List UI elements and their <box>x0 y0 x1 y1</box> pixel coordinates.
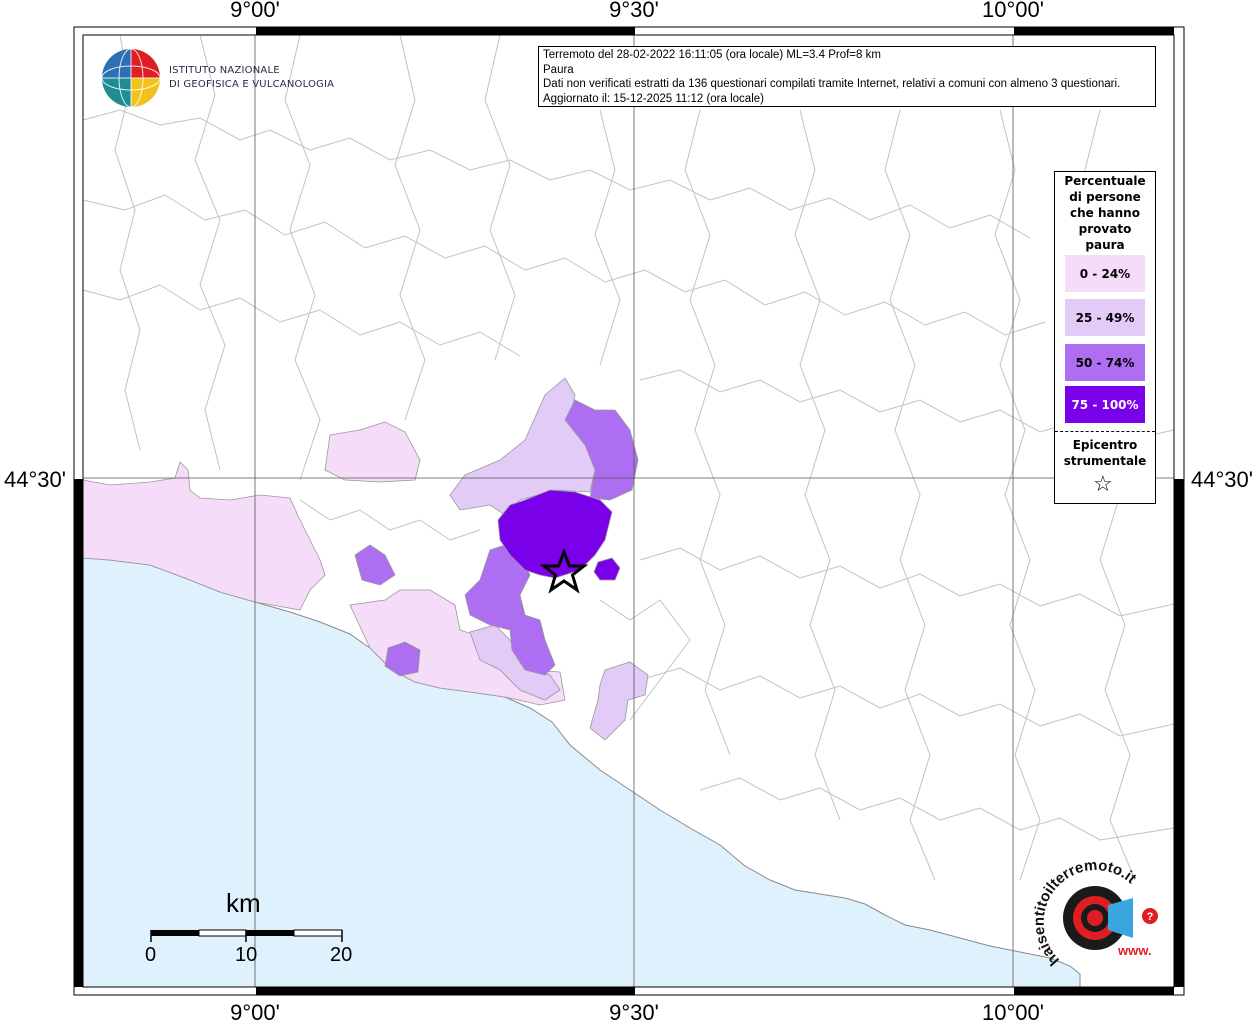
legend-title-line: che hanno <box>1070 206 1140 220</box>
top-label-2: 9°30' <box>609 0 659 22</box>
map-svg: 9°00' 9°30' 10°00' 9°00' 9°30' 10°00' 44… <box>4 0 1253 1025</box>
event-title: Terremoto del 28-02-2022 16:11:05 (ora l… <box>543 49 881 61</box>
ingv-globe-logo <box>101 48 161 108</box>
epicenter-legend-line: strumentale <box>1063 454 1147 468</box>
legend-divider <box>1055 431 1155 432</box>
left-label: 44°30' <box>4 467 66 492</box>
legend-label: 25 - 49% <box>1075 310 1135 325</box>
legend-title-line: di persone <box>1069 190 1141 204</box>
epicenter-legend-star-icon: ☆ <box>1093 472 1113 497</box>
svg-text:?: ? <box>1147 911 1154 923</box>
ingv-logo-text: ISTITUTO NAZIONALE DI GEOFISICA E VULCAN… <box>169 64 334 92</box>
legend-label: 0 - 24% <box>1079 266 1131 281</box>
scale-tick-10: 10 <box>235 944 258 966</box>
top-label-3: 10°00' <box>982 0 1044 22</box>
watermark-url: www. <box>1117 943 1151 958</box>
scale-unit: km <box>226 888 261 918</box>
epicenter-legend-title: Epicentro strumentale <box>1055 437 1155 469</box>
map-figure: 9°00' 9°30' 10°00' 9°00' 9°30' 10°00' 44… <box>0 0 1257 1025</box>
legend-title: Percentuale di persone che hanno provato… <box>1055 173 1155 253</box>
right-label: 44°30' <box>1191 467 1253 492</box>
bottom-label-1: 9°00' <box>230 1000 280 1024</box>
update-time: Aggiornato il: 15-12-2025 11:12 (ora loc… <box>543 92 764 105</box>
epicenter-legend-line: Epicentro <box>1072 438 1138 452</box>
event-info-box: Terremoto del 28-02-2022 16:11:05 (ora l… <box>538 46 1156 107</box>
legend-title-line: paura <box>1085 238 1125 252</box>
legend-title-line: provato <box>1078 222 1132 236</box>
bottom-label-3: 10°00' <box>982 1000 1044 1024</box>
legend-label: 75 - 100% <box>1071 397 1139 412</box>
top-label-1: 9°00' <box>230 0 280 22</box>
legend-swatch-75-100: 75 - 100% <box>1065 386 1145 423</box>
legend-label: 50 - 74% <box>1075 355 1135 370</box>
legend-title-line: Percentuale <box>1064 174 1146 188</box>
ingv-logo-line1: ISTITUTO NAZIONALE <box>169 65 280 76</box>
ingv-logo-line2: DI GEOFISICA E VULCANOLOGIA <box>169 79 335 90</box>
legend-swatch-0-24: 0 - 24% <box>1065 255 1145 292</box>
legend: Percentuale di persone che hanno provato… <box>1054 171 1156 504</box>
data-note: Dati non verificati estratti da 136 ques… <box>543 78 1121 90</box>
scale-tick-0: 0 <box>145 944 157 966</box>
legend-swatch-25-49: 25 - 49% <box>1065 299 1145 336</box>
map-subject: Paura <box>543 63 574 76</box>
bottom-label-2: 9°30' <box>609 1000 659 1024</box>
legend-swatch-50-74: 50 - 74% <box>1065 344 1145 381</box>
scale-tick-20: 20 <box>330 944 353 966</box>
